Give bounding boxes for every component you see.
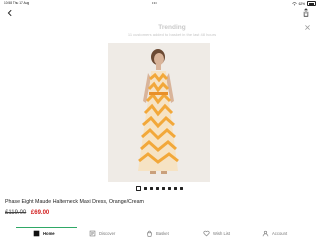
price-block: £119.00 £69.00 xyxy=(5,210,49,216)
battery-percent: 62% xyxy=(298,1,305,6)
trending-banner: Trending 11 customers added to basket in… xyxy=(112,24,232,42)
multitask-dots[interactable]: ••• xyxy=(152,0,157,5)
carousel-dot[interactable] xyxy=(136,186,141,191)
trending-title: Trending xyxy=(158,24,186,31)
carousel-dot[interactable] xyxy=(173,186,177,190)
carousel-dot[interactable] xyxy=(179,186,183,190)
nav-discover[interactable]: Discover xyxy=(89,230,115,237)
top-bar xyxy=(0,6,320,18)
status-time: 10:58 Thu 17 Aug xyxy=(4,1,29,5)
bottom-nav: Home Discover Basket Wish List Account xyxy=(0,228,320,240)
account-icon xyxy=(262,230,269,237)
heart-icon xyxy=(203,230,210,237)
back-chevron-icon[interactable] xyxy=(6,9,14,17)
product-image[interactable] xyxy=(108,43,210,182)
nav-home[interactable]: Home xyxy=(33,230,55,237)
nav-account-label: Account xyxy=(272,231,288,236)
dress-photo xyxy=(108,43,210,182)
image-carousel-dots[interactable] xyxy=(136,186,183,191)
carousel-dot[interactable] xyxy=(149,186,153,190)
nav-home-label: Home xyxy=(43,231,55,236)
close-icon[interactable] xyxy=(304,24,311,31)
carousel-dot[interactable] xyxy=(161,186,165,190)
nav-account[interactable]: Account xyxy=(262,230,287,237)
clock: 10:58 xyxy=(4,1,12,5)
carousel-dot[interactable] xyxy=(143,186,147,190)
carousel-dot[interactable] xyxy=(155,186,159,190)
share-icon[interactable] xyxy=(302,8,310,17)
nav-basket[interactable]: Basket xyxy=(146,230,169,237)
trending-subtitle: 11 customers added to basket in the last… xyxy=(127,32,217,37)
carousel-dot[interactable] xyxy=(167,186,171,190)
home-icon xyxy=(33,230,40,237)
nav-basket-label: Basket xyxy=(156,231,169,236)
product-title: Phase Eight Maude Halterneck Maxi Dress,… xyxy=(5,199,144,205)
discover-icon xyxy=(89,230,96,237)
basket-icon xyxy=(147,230,152,237)
date: Thu 17 Aug xyxy=(12,1,30,5)
wifi-icon xyxy=(291,1,297,5)
nav-wishlist[interactable]: Wish List xyxy=(203,230,230,237)
nav-discover-label: Discover xyxy=(99,231,116,236)
original-price: £119.00 xyxy=(5,210,27,216)
sale-price: £69.00 xyxy=(30,210,50,216)
nav-wishlist-label: Wish List xyxy=(213,231,230,236)
